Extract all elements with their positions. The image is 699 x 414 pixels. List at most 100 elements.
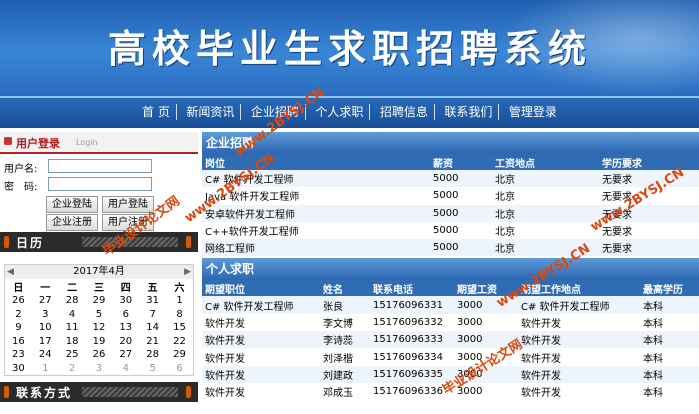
job-title-link[interactable]: C# 软件开发工程师	[202, 170, 430, 188]
calendar-day[interactable]: 30	[5, 362, 32, 376]
password-input[interactable]	[48, 177, 152, 191]
job-location: 北京	[495, 192, 515, 204]
calendar-day[interactable]: 2	[5, 308, 32, 322]
seeker-salary: 3000	[457, 316, 483, 328]
job-title-link[interactable]: C++软件开发工程师	[202, 222, 430, 239]
calendar-heading: 日历	[16, 236, 45, 250]
calendar-day[interactable]: 2	[59, 362, 86, 376]
calendar-day[interactable]: 28	[59, 294, 86, 308]
calendar-day[interactable]: 22	[166, 335, 193, 349]
next-month-icon[interactable]: ▶	[184, 265, 191, 279]
calendar-day[interactable]: 20	[112, 335, 139, 349]
calendar-day[interactable]: 19	[86, 335, 113, 349]
job-title-link[interactable]: Java 软件开发工程师	[202, 187, 430, 204]
calendar-day[interactable]: 17	[32, 335, 59, 349]
calendar-day[interactable]: 26	[5, 294, 32, 308]
nav-news[interactable]: 新闻资讯	[180, 104, 242, 120]
calendar-day[interactable]: 16	[5, 335, 32, 349]
calendar-day[interactable]: 3	[32, 308, 59, 322]
table-row[interactable]: 网络工程师 5000 北京 无要求	[202, 239, 699, 257]
table-row[interactable]: 软件开发 邓成玉 15176096336 3000 软件开发 本科	[202, 383, 699, 400]
calendar-day[interactable]: 5	[86, 308, 113, 322]
calendar-day[interactable]: 11	[59, 321, 86, 335]
calendar-day[interactable]: 7	[139, 308, 166, 322]
calendar-day[interactable]: 1	[166, 294, 193, 308]
table-row[interactable]: C# 软件开发工程师 5000 北京 无要求	[202, 170, 699, 188]
calendar-day[interactable]: 31	[139, 294, 166, 308]
job-title-link[interactable]: 安卓软件开发工程师	[202, 204, 430, 222]
seeker-position-link[interactable]: C# 软件开发工程师	[202, 296, 320, 314]
calendar-day[interactable]: 29	[86, 294, 113, 308]
seeker-position-link[interactable]: 软件开发	[202, 348, 320, 365]
table-row[interactable]: C++软件开发工程师 5000 北京 无要求	[202, 222, 699, 239]
calendar-day[interactable]: 9	[5, 321, 32, 335]
calendar-day[interactable]: 12	[86, 321, 113, 335]
nav-company-jobs[interactable]: 企业招聘	[245, 104, 306, 120]
seeker-position-link[interactable]: 软件开发	[202, 365, 320, 383]
contact-panel-header: 联系方式	[0, 382, 198, 402]
calendar-day[interactable]: 1	[32, 362, 59, 376]
company-register-button[interactable]: 企业注册	[46, 214, 98, 231]
calendar-day[interactable]: 23	[5, 348, 32, 362]
nav-admin-login[interactable]: 管理登录	[503, 104, 563, 120]
calendar-day[interactable]: 27	[112, 348, 139, 362]
nav-home[interactable]: 首 页	[136, 104, 177, 120]
nav-personal-jobs[interactable]: 个人求职	[309, 104, 371, 120]
header-pattern	[82, 387, 178, 397]
seekers-table: 期望职位 姓名 联系电话 期望工资 期望工作地点 最高学历 C# 软件开发工程师…	[202, 280, 699, 400]
seeker-name: 张良	[320, 296, 370, 314]
job-title-link[interactable]: 网络工程师	[202, 239, 430, 257]
weekday-label: 五	[147, 283, 158, 294]
calendar-day[interactable]: 29	[166, 348, 193, 362]
company-login-button[interactable]: 企业登陆	[46, 196, 98, 213]
seeker-education: 本科	[643, 318, 663, 330]
seeker-position-link[interactable]: 软件开发	[202, 331, 320, 349]
user-register-button[interactable]: 用户注册	[102, 214, 154, 231]
site-title: 高校毕业生求职招聘系统	[108, 26, 593, 71]
prev-month-icon[interactable]: ◀	[7, 265, 14, 279]
calendar-day[interactable]: 28	[139, 348, 166, 362]
seeker-phone: 15176096334	[373, 351, 443, 363]
calendar-day[interactable]: 14	[139, 321, 166, 335]
header-cap-icon	[186, 236, 191, 248]
calendar-day[interactable]: 4	[112, 362, 139, 376]
table-row[interactable]: 软件开发 李诗蕊 15176096333 3000 软件开发 本科	[202, 331, 699, 349]
calendar-day[interactable]: 26	[86, 348, 113, 362]
calendar-day[interactable]: 30	[112, 294, 139, 308]
calendar-day[interactable]: 3	[86, 362, 113, 376]
table-row[interactable]: 安卓软件开发工程师 5000 北京 无要求	[202, 204, 699, 222]
calendar-day[interactable]: 18	[59, 335, 86, 349]
calendar-day[interactable]: 24	[32, 348, 59, 362]
calendar-day[interactable]: 6	[166, 362, 193, 376]
calendar-day[interactable]: 10	[32, 321, 59, 335]
calendar-day[interactable]: 5	[139, 362, 166, 376]
seeker-position-link[interactable]: 软件开发	[202, 314, 320, 331]
header-banner: 高校毕业生求职招聘系统	[0, 0, 699, 96]
nav-contact[interactable]: 联系我们	[438, 104, 500, 120]
weekday-label: 六	[174, 283, 185, 294]
user-login-button[interactable]: 用户登陆	[102, 196, 154, 213]
table-row[interactable]: 软件开发 刘泽楷 15176096334 3000 软件开发 本科	[202, 348, 699, 365]
table-row[interactable]: 软件开发 李文博 15176096332 3000 软件开发 本科	[202, 314, 699, 331]
header-cap-icon	[4, 386, 9, 398]
nav-job-info[interactable]: 招聘信息	[374, 104, 435, 120]
calendar-month-label: 2017年4月	[73, 266, 125, 277]
table-row[interactable]: 软件开发 刘建政 15176096335 3000 软件开发 本科	[202, 365, 699, 383]
username-input[interactable]	[48, 159, 152, 173]
seeker-name: 刘建政	[320, 365, 370, 383]
calendar-day[interactable]: 27	[32, 294, 59, 308]
calendar-day[interactable]: 8	[166, 308, 193, 322]
calendar-day[interactable]: 13	[112, 321, 139, 335]
table-row[interactable]: Java 软件开发工程师 5000 北京 无要求	[202, 187, 699, 204]
calendar-day[interactable]: 15	[166, 321, 193, 335]
seekers-col-phone: 联系电话	[370, 280, 454, 297]
seeker-phone: 15176096332	[373, 316, 443, 328]
login-form: 用户名: 密 码: 企业登陆 用户登陆 企业注册 用户注册	[0, 154, 198, 232]
calendar-day[interactable]: 6	[112, 308, 139, 322]
calendar-day[interactable]: 4	[59, 308, 86, 322]
seeker-phone: 15176096331	[370, 296, 454, 314]
calendar-day[interactable]: 25	[59, 348, 86, 362]
table-row[interactable]: C# 软件开发工程师 张良 15176096331 3000 C# 软件开发工程…	[202, 296, 699, 314]
seeker-position-link[interactable]: 软件开发	[202, 383, 320, 400]
calendar-day[interactable]: 21	[139, 335, 166, 349]
